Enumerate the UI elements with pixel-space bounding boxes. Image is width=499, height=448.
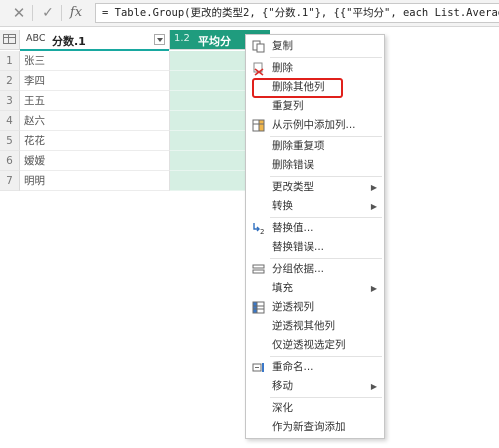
menu-item-remove-other-columns[interactable]: 删除其他列 (246, 78, 384, 97)
table-cell[interactable]: 明明 (20, 171, 170, 191)
add-column-icon (252, 119, 265, 132)
table-row: 3 王五 (0, 91, 270, 111)
filter-dropdown-button[interactable] (154, 34, 165, 45)
table-row: 6 嫒嫒 (0, 151, 270, 171)
menu-item-replace-values[interactable]: 2 替换值... (246, 219, 384, 238)
table-row: 5 花花 (0, 131, 270, 151)
table-cell[interactable]: 张三 (20, 51, 170, 71)
row-number: 5 (0, 131, 20, 151)
table-row: 2 李四 (0, 71, 270, 91)
menu-item-remove-duplicates[interactable]: 删除重复项 (246, 137, 384, 156)
group-icon (252, 264, 265, 274)
menu-item-add-as-new-query[interactable]: 作为新查询添加 (246, 418, 384, 437)
row-number: 7 (0, 171, 20, 191)
chevron-right-icon: ▶ (370, 284, 377, 293)
menu-item-copy[interactable]: 复制 (246, 37, 384, 56)
table-row: 7 明明 (0, 171, 270, 191)
table-cell[interactable]: 花花 (20, 131, 170, 151)
menu-item-delete[interactable]: 删除 (246, 59, 384, 78)
menu-separator (270, 258, 382, 259)
menu-item-add-column-from-examples[interactable]: 从示例中添加列... (246, 116, 384, 135)
menu-separator (270, 57, 382, 58)
fx-icon[interactable]: fx (66, 3, 86, 23)
row-number: 6 (0, 151, 20, 171)
menu-item-replace-errors[interactable]: 替换错误... (246, 238, 384, 257)
decimal-type-icon[interactable]: 1.2 (174, 33, 190, 44)
table-row: 4 赵六 (0, 111, 270, 131)
unpivot-icon (252, 301, 265, 314)
divider (32, 5, 33, 21)
chevron-right-icon: ▶ (370, 202, 377, 211)
table-cell[interactable]: 赵六 (20, 111, 170, 131)
table-cell[interactable]: 王五 (20, 91, 170, 111)
text-type-icon[interactable]: ABC (26, 33, 45, 44)
menu-item-remove-errors[interactable]: 删除错误 (246, 156, 384, 175)
column-header-name[interactable]: ABC 分数.1 (20, 30, 170, 51)
formula-input[interactable]: = Table.Group(更改的类型2, {"分数.1"}, {{"平均分",… (95, 3, 499, 23)
menu-item-move[interactable]: 移动 ▶ (246, 377, 384, 396)
copy-icon (252, 40, 265, 53)
rename-icon (252, 363, 264, 372)
table-menu-button[interactable] (0, 30, 20, 50)
table-cell[interactable]: 李四 (20, 71, 170, 91)
menu-separator (270, 217, 382, 218)
row-number: 1 (0, 51, 20, 71)
table-row: 1 张三 (0, 51, 270, 71)
row-number: 2 (0, 71, 20, 91)
replace-icon: 2 (253, 223, 264, 236)
table-icon (3, 34, 16, 44)
menu-item-unpivot-columns[interactable]: 逆透视列 (246, 298, 384, 317)
menu-item-duplicate-column[interactable]: 重复列 (246, 97, 384, 116)
menu-item-unpivot-other-columns[interactable]: 逆透视其他列 (246, 317, 384, 336)
menu-separator (270, 176, 382, 177)
row-number: 4 (0, 111, 20, 131)
context-menu: 复制 删除 删除其他列 重复列 从示例中添加列... 删除重复项 删除错误 更改… (245, 34, 385, 439)
row-number: 3 (0, 91, 20, 111)
formula-bar: ✕ ✓ fx = Table.Group(更改的类型2, {"分数.1"}, {… (0, 0, 499, 27)
menu-item-group-by[interactable]: 分组依据... (246, 260, 384, 279)
column-header-label: 分数.1 (52, 35, 86, 48)
menu-item-transform[interactable]: 转换 ▶ (246, 197, 384, 216)
chevron-right-icon: ▶ (370, 183, 377, 192)
menu-item-rename[interactable]: 重命名... (246, 358, 384, 377)
svg-text:2: 2 (260, 228, 264, 236)
menu-item-fill[interactable]: 填充 ▶ (246, 279, 384, 298)
table-cell[interactable]: 嫒嫒 (20, 151, 170, 171)
close-icon[interactable]: ✕ (9, 3, 29, 23)
chevron-right-icon: ▶ (370, 382, 377, 391)
check-icon[interactable]: ✓ (38, 3, 58, 23)
menu-separator (270, 397, 382, 398)
menu-item-unpivot-only-selected[interactable]: 仅逆透视选定列 (246, 336, 384, 355)
column-header-label: 平均分 (198, 35, 231, 48)
divider (61, 5, 62, 21)
menu-item-drill-down[interactable]: 深化 (246, 399, 384, 418)
menu-item-change-type[interactable]: 更改类型 ▶ (246, 178, 384, 197)
delete-icon (253, 62, 264, 76)
menu-separator (270, 356, 382, 357)
